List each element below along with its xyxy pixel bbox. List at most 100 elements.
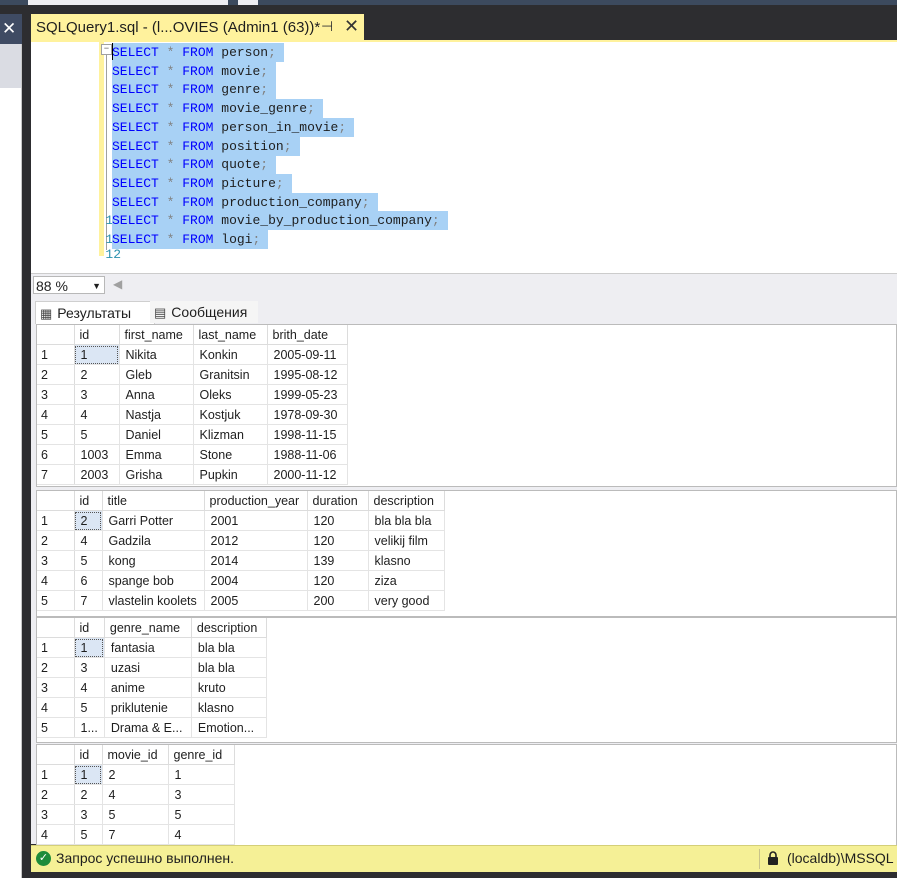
table-row[interactable]: 3355 [37,804,235,825]
table-cell[interactable]: Klizman [193,424,268,445]
table-row[interactable]: 5 1... Drama & E... Emotion... [37,717,267,738]
row-number[interactable]: 4 [37,697,75,718]
table-cell[interactable]: Nikita [119,344,194,365]
result-grid[interactable]: id first_name last_name brith_date 1 1 Nikita K… [36,324,897,487]
table-cell[interactable]: 1003 [74,444,120,465]
table-cell[interactable]: 2000-11-12 [267,464,348,485]
code-line[interactable]: SELECT * FROM movie_genre; [112,99,323,119]
table-cell[interactable]: 3 [74,384,120,405]
table-cell[interactable]: fantasia [104,637,192,658]
table-cell[interactable]: 7 [102,824,169,845]
pin-icon[interactable]: ⊣ [321,18,333,35]
column-header[interactable]: duration [307,491,369,511]
row-number[interactable]: 7 [37,464,75,485]
corner-cell[interactable] [37,618,75,638]
code-line[interactable]: SELECT * FROM picture; [112,173,292,193]
table-cell[interactable]: 5 [74,550,103,571]
table-cell[interactable]: 4 [74,677,105,698]
table-cell[interactable]: vlastelin koolets [102,590,205,611]
table-cell[interactable]: Garri Potter [102,510,205,531]
table-cell[interactable]: very good [368,590,445,611]
column-header[interactable]: description [368,491,445,511]
table-cell[interactable]: 4 [102,784,169,805]
table-cell[interactable]: 2014 [204,550,308,571]
column-header[interactable]: id [74,325,120,345]
table-cell[interactable]: Pupkin [193,464,268,485]
table-row[interactable]: 7 2003 Grisha Pupkin 2000-11-12 [37,464,348,485]
table-cell[interactable]: 1988-11-06 [267,444,348,465]
row-number[interactable]: 3 [37,384,75,405]
table-cell[interactable]: Gadzila [102,530,205,551]
table-row[interactable]: 3 4 anime kruto [37,677,267,698]
table-cell[interactable]: 2004 [204,570,308,591]
table-cell[interactable]: Anna [119,384,194,405]
table-cell[interactable]: bla bla [191,637,267,658]
table-cell[interactable]: 3 [74,657,105,678]
table-cell[interactable]: 7 [74,590,103,611]
table-row[interactable]: 2 2 Gleb Granitsin 1995-08-12 [37,364,348,385]
table-cell[interactable]: 2003 [74,464,120,485]
table-cell[interactable]: 139 [307,550,369,571]
table-cell[interactable]: 4 [74,404,120,425]
column-header[interactable]: movie_id [102,745,169,765]
table-cell[interactable]: bla bla [191,657,267,678]
tab-messages[interactable]: ▤ Сообщения [150,301,258,323]
result-grid[interactable]: id title production_year duration descriptio… [36,490,897,617]
table-cell[interactable]: 120 [307,510,369,531]
table-row[interactable]: 4574 [37,824,235,845]
column-header[interactable]: brith_date [267,325,348,345]
table-cell[interactable]: Nastja [119,404,194,425]
table-cell[interactable]: 2005 [204,590,308,611]
code-line[interactable]: SELECT * FROM genre; [112,80,277,100]
column-header[interactable]: id [74,745,103,765]
table-cell[interactable]: 3 [168,784,235,805]
code-line[interactable]: SELECT * FROM quote; [112,155,277,175]
close-icon[interactable]: ✕ [2,20,16,37]
row-number[interactable]: 5 [37,424,75,445]
code-line[interactable]: SELECT * FROM movie_by_production_compan… [112,211,448,231]
column-header[interactable]: last_name [193,325,268,345]
table-row[interactable]: 5 5 Daniel Klizman 1998-11-15 [37,424,348,445]
code-line[interactable]: SELECT * FROM position; [112,136,300,156]
table-cell[interactable]: 4 [74,530,103,551]
row-number[interactable]: 1 [37,510,75,531]
table-cell[interactable]: 5 [74,824,103,845]
table-cell[interactable]: 200 [307,590,369,611]
code-line[interactable]: SELECT * FROM logi; [112,230,269,249]
row-number[interactable]: 5 [37,717,75,738]
row-number[interactable]: 4 [37,404,75,425]
table-cell[interactable]: 5 [102,804,169,825]
table-cell[interactable]: ziza [368,570,445,591]
table-cell[interactable]: 5 [168,804,235,825]
table-row[interactable]: 2243 [37,784,235,805]
row-number[interactable]: 3 [37,550,75,571]
table-cell[interactable]: Grisha [119,464,194,485]
column-header[interactable]: first_name [119,325,194,345]
row-number[interactable]: 3 [37,677,75,698]
table-row[interactable]: 1 1 fantasia bla bla [37,637,267,658]
table-cell[interactable]: spange bob [102,570,205,591]
table-cell[interactable]: 1 [74,637,105,658]
column-header[interactable]: id [74,491,103,511]
row-number[interactable]: 3 [37,804,75,825]
table-cell[interactable]: Stone [193,444,268,465]
row-number[interactable]: 6 [37,444,75,465]
table-cell[interactable]: priklutenie [104,697,192,718]
table-cell[interactable]: 1978-09-30 [267,404,348,425]
row-number[interactable]: 1 [37,764,75,785]
table-row[interactable]: 4 6 spange bob 2004 120 ziza [37,570,445,591]
column-header[interactable]: id [74,618,105,638]
column-header[interactable]: production_year [204,491,308,511]
table-cell[interactable]: Emma [119,444,194,465]
table-cell[interactable]: Gleb [119,364,194,385]
column-header[interactable]: genre_id [168,745,235,765]
table-cell[interactable]: 2 [74,784,103,805]
table-row[interactable]: 1 1 Nikita Konkin 2005-09-11 [37,344,348,365]
table-cell[interactable]: 5 [74,697,105,718]
row-number[interactable]: 4 [37,570,75,591]
close-tab-icon[interactable]: ✕ [344,16,359,37]
table-cell[interactable]: kruto [191,677,267,698]
result-grid[interactable]: id movie_id genre_id 1 1 2 1 2 2 4 3 3 3 5 5 4 5 7 4 [36,744,897,846]
table-row[interactable]: 2 3 uzasi bla bla [37,657,267,678]
table-row[interactable]: 4 4 Nastja Kostjuk 1978-09-30 [37,404,348,425]
